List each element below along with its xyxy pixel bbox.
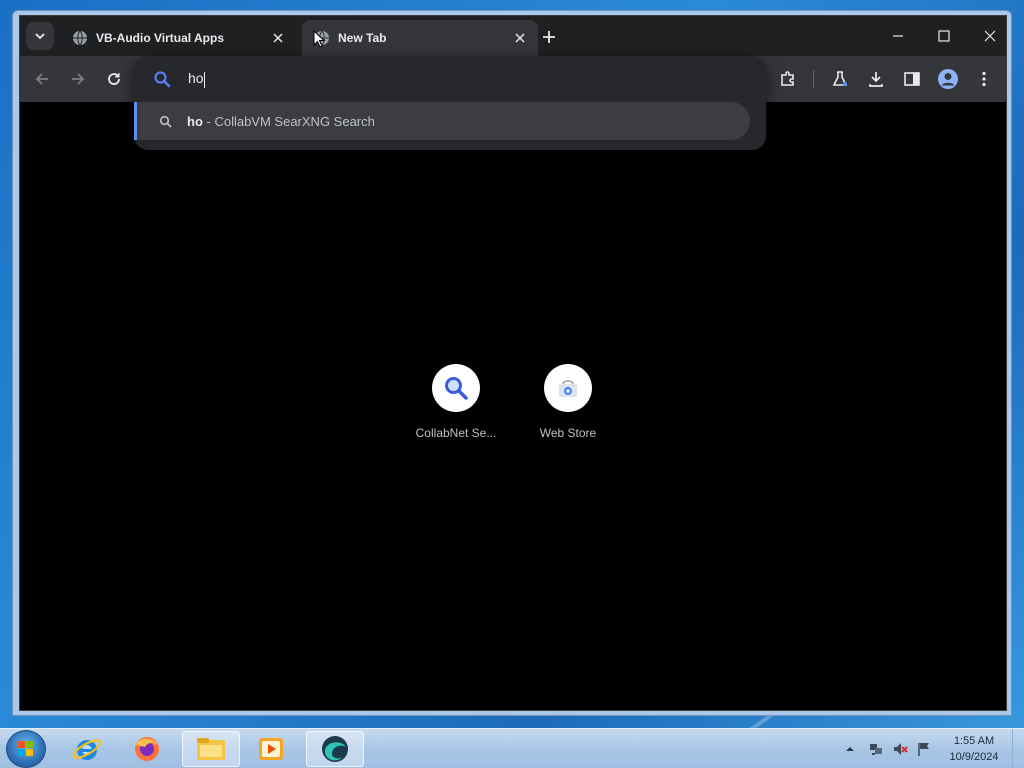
- download-icon: [869, 72, 883, 87]
- back-button[interactable]: [30, 67, 54, 91]
- side-panel-icon: [904, 72, 920, 86]
- chevron-down-icon: [35, 33, 45, 40]
- shortcut-icon-circle: [432, 364, 480, 412]
- omnibox[interactable]: ho: [134, 56, 766, 102]
- arrow-right-icon: [72, 73, 85, 85]
- kebab-menu-icon: [982, 71, 986, 87]
- search-icon: [157, 113, 173, 129]
- file-explorer-icon: [197, 738, 225, 760]
- minimize-button[interactable]: [878, 24, 918, 48]
- tab-search-button[interactable]: [26, 22, 54, 50]
- side-panel-button[interactable]: [900, 67, 924, 91]
- system-clock[interactable]: 1:55 AM 10/9/2024: [938, 733, 1010, 765]
- tab-vb-audio[interactable]: VB-Audio Virtual Apps: [60, 20, 296, 56]
- chevron-up-icon[interactable]: [844, 743, 856, 755]
- network-icon[interactable]: [868, 741, 884, 757]
- suggestion-text: ho - CollabVM SearXNG Search: [187, 114, 375, 129]
- flask-icon: [832, 71, 848, 86]
- close-icon[interactable]: [512, 30, 528, 46]
- shortcut-label: Web Store: [539, 426, 597, 440]
- minimize-icon: [893, 35, 903, 37]
- media-player-icon: [259, 738, 283, 760]
- puzzle-icon: [781, 71, 794, 86]
- suggestion-query: ho: [187, 113, 203, 129]
- action-center-flag-icon[interactable]: [916, 741, 932, 757]
- maximize-icon: [938, 30, 950, 42]
- close-window-button[interactable]: [970, 24, 1010, 48]
- firefox-icon: [135, 737, 159, 761]
- omnibox-popup: ho ho - CollabVM SearXNG Search: [134, 56, 766, 150]
- mouse-cursor-icon: [313, 30, 325, 48]
- suggestion-engine: CollabVM SearXNG Search: [214, 113, 375, 129]
- tab-strip: VB-Audio Virtual Apps New Tab: [20, 16, 1006, 58]
- extensions-button[interactable]: [776, 67, 800, 91]
- labs-button[interactable]: [828, 67, 852, 91]
- forward-button[interactable]: [66, 67, 90, 91]
- search-icon: [152, 69, 172, 89]
- new-tab-button[interactable]: [540, 28, 558, 46]
- reload-icon: [108, 73, 120, 85]
- windows-logo-icon: [18, 741, 33, 756]
- maximize-button[interactable]: [924, 24, 964, 48]
- omnibox-suggestion[interactable]: ho - CollabVM SearXNG Search: [134, 102, 750, 140]
- taskbar-file-explorer[interactable]: [182, 731, 240, 767]
- menu-button[interactable]: [972, 67, 996, 91]
- show-desktop-button[interactable]: [1012, 729, 1024, 768]
- taskbar: 1:55 AM 10/9/2024: [0, 728, 1024, 768]
- reload-button[interactable]: [102, 67, 126, 91]
- suggestion-separator: -: [202, 113, 215, 129]
- web-store-icon: [559, 380, 577, 397]
- profile-button[interactable]: [936, 67, 960, 91]
- internet-explorer-icon: [72, 739, 102, 760]
- downloads-button[interactable]: [864, 67, 888, 91]
- browser-icon: [322, 736, 348, 762]
- shortcut-icon-circle: [544, 364, 592, 412]
- close-icon[interactable]: [270, 30, 286, 46]
- arrow-left-icon: [35, 73, 48, 85]
- taskbar-internet-explorer[interactable]: [58, 731, 116, 767]
- shortcut-collabnet[interactable]: CollabNet Se...: [406, 364, 506, 440]
- shortcut-web-store[interactable]: Web Store: [518, 364, 618, 440]
- new-tab-page: CollabNet Se... Web Store: [20, 102, 1006, 710]
- taskbar-browser[interactable]: [306, 731, 364, 767]
- tab-new-tab[interactable]: New Tab: [302, 20, 538, 56]
- tab-title: VB-Audio Virtual Apps: [96, 31, 225, 45]
- browser-window: VB-Audio Virtual Apps New Tab CollabNet …: [12, 10, 1012, 716]
- clock-date: 10/9/2024: [949, 751, 999, 763]
- avatar-icon: [938, 69, 958, 89]
- omnibox-input[interactable]: ho: [188, 70, 708, 88]
- taskbar-media-player[interactable]: [242, 731, 300, 767]
- shortcut-label: CollabNet Se...: [415, 426, 497, 440]
- volume-muted-icon[interactable]: [892, 741, 908, 757]
- close-icon: [984, 30, 996, 42]
- start-button[interactable]: [6, 730, 46, 768]
- tab-title: New Tab: [338, 31, 387, 45]
- plus-icon: [543, 31, 555, 43]
- search-icon: [445, 377, 468, 400]
- toolbar-separator: [813, 70, 814, 88]
- globe-icon: [73, 30, 87, 46]
- browser-chrome: VB-Audio Virtual Apps New Tab CollabNet …: [19, 15, 1007, 711]
- system-tray: [844, 729, 932, 768]
- taskbar-firefox[interactable]: [118, 731, 176, 767]
- clock-time: 1:55 AM: [953, 735, 995, 747]
- text-caret: [203, 71, 205, 88]
